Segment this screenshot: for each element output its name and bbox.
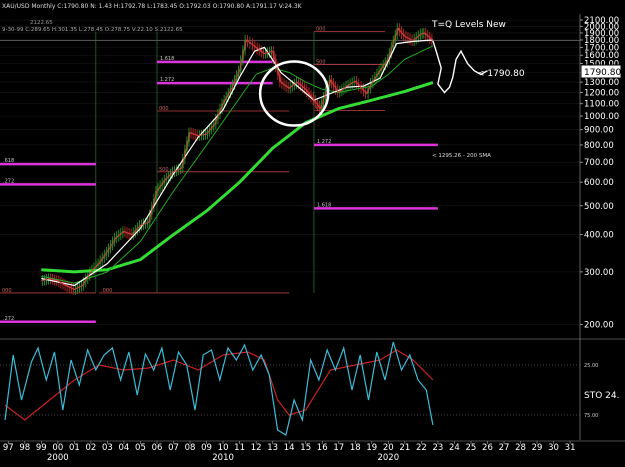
decade-label: 2020: [377, 453, 399, 463]
year-tick-label: 12: [251, 443, 262, 453]
year-tick-label: 09: [201, 443, 212, 453]
year-tick-label: 13: [267, 443, 278, 453]
fib-level-label: 1.618: [160, 56, 174, 62]
price-tick-label: 900.00: [584, 126, 614, 136]
year-tick-label: 07: [168, 443, 179, 453]
year-tick-label: 03: [102, 443, 113, 453]
fib-level-label: 1.618: [317, 202, 331, 208]
oscillator-label: STO 24.: [584, 391, 619, 401]
year-tick-label: 31: [565, 443, 576, 453]
year-tick-label: 25: [466, 443, 477, 453]
chart-background: [0, 0, 625, 467]
year-tick-label: 28: [515, 443, 526, 453]
fib-level-label: 1.272: [160, 77, 174, 83]
chart-annotation-title: T=Q Levels New: [431, 20, 506, 30]
price-tick-label: 200.00: [584, 320, 614, 330]
year-tick-label: 99: [36, 443, 47, 453]
year-tick-label: 26: [482, 443, 493, 453]
year-tick-label: 17: [333, 443, 344, 453]
year-tick-label: 15: [300, 443, 311, 453]
header-line-3: 9-30-99 C:289.65 H:301.35 L:278.45 O:278…: [2, 27, 183, 33]
price-tick-label: 300.00: [584, 268, 614, 278]
fib-level-label: .618: [3, 158, 14, 164]
year-tick-label: 97: [3, 443, 14, 453]
stochastic-level-label: 75.00: [584, 413, 598, 419]
year-tick-label: 14: [284, 443, 295, 453]
decade-label: 2000: [47, 453, 69, 463]
price-tick-label: 800.00: [584, 141, 614, 151]
price-tick-label: 1300.00: [584, 78, 619, 88]
fib-guide-label: 000: [2, 288, 12, 294]
fib-guide-label: 000: [316, 27, 326, 33]
price-tick-label: 1100.00: [584, 100, 619, 110]
year-tick-label: 18: [350, 443, 361, 453]
sma-200-label: < 1295.26 - 200 SMA: [432, 153, 491, 159]
fib-guide-label: 500: [316, 59, 326, 65]
year-tick-label: 21: [399, 443, 410, 453]
header-line-2: 2122.65: [30, 20, 53, 26]
fib-level-label: .272: [3, 178, 14, 184]
year-tick-label: 01: [69, 443, 80, 453]
current-price-marker: 1790.80: [580, 64, 622, 79]
year-tick-label: 30: [548, 443, 559, 453]
price-tick-label: 1000.00: [584, 112, 619, 122]
current-price-value: 1790.80: [584, 68, 621, 78]
year-tick-label: 23: [432, 443, 443, 453]
gold-monthly-chart: 000500000000500.000000 1.6181.2721.2721.…: [0, 0, 625, 467]
price-tick-label: 600.00: [584, 178, 614, 188]
year-tick-label: 24: [449, 443, 460, 453]
price-tick-label: 400.00: [584, 231, 614, 241]
fib-guide-label: 000: [159, 106, 169, 112]
year-tick-label: 27: [499, 443, 510, 453]
year-tick-label: 19: [366, 443, 377, 453]
year-tick-label: 02: [85, 443, 96, 453]
year-tick-label: 05: [135, 443, 146, 453]
price-callout: < 1790.80: [477, 69, 525, 79]
fib-level-label: 1.272: [317, 139, 331, 145]
stochastic-level-label: 25.00: [584, 363, 598, 369]
year-tick-label: 10: [218, 443, 229, 453]
year-tick-label: 22: [416, 443, 427, 453]
price-tick-label: 700.00: [584, 158, 614, 168]
fib-guide-label: .000: [101, 288, 112, 294]
decade-label: 2010: [212, 453, 234, 463]
year-tick-label: 06: [152, 443, 163, 453]
price-tick-label: 500.00: [584, 202, 614, 212]
year-tick-label: 04: [119, 443, 130, 453]
year-tick-label: 29: [532, 443, 543, 453]
fib-level-label: .272: [3, 316, 14, 322]
header-line-1: XAU/USD Monthly C:1790.80 N: 1.43 H:1792…: [2, 3, 303, 10]
year-tick-label: 08: [185, 443, 196, 453]
year-tick-label: 16: [317, 443, 328, 453]
year-tick-label: 98: [19, 443, 30, 453]
year-tick-label: 11: [234, 443, 245, 453]
fib-guide-label: 500: [159, 167, 169, 173]
year-tick-label: 00: [52, 443, 63, 453]
year-tick-label: 20: [383, 443, 394, 453]
price-tick-label: 1200.00: [584, 88, 619, 98]
